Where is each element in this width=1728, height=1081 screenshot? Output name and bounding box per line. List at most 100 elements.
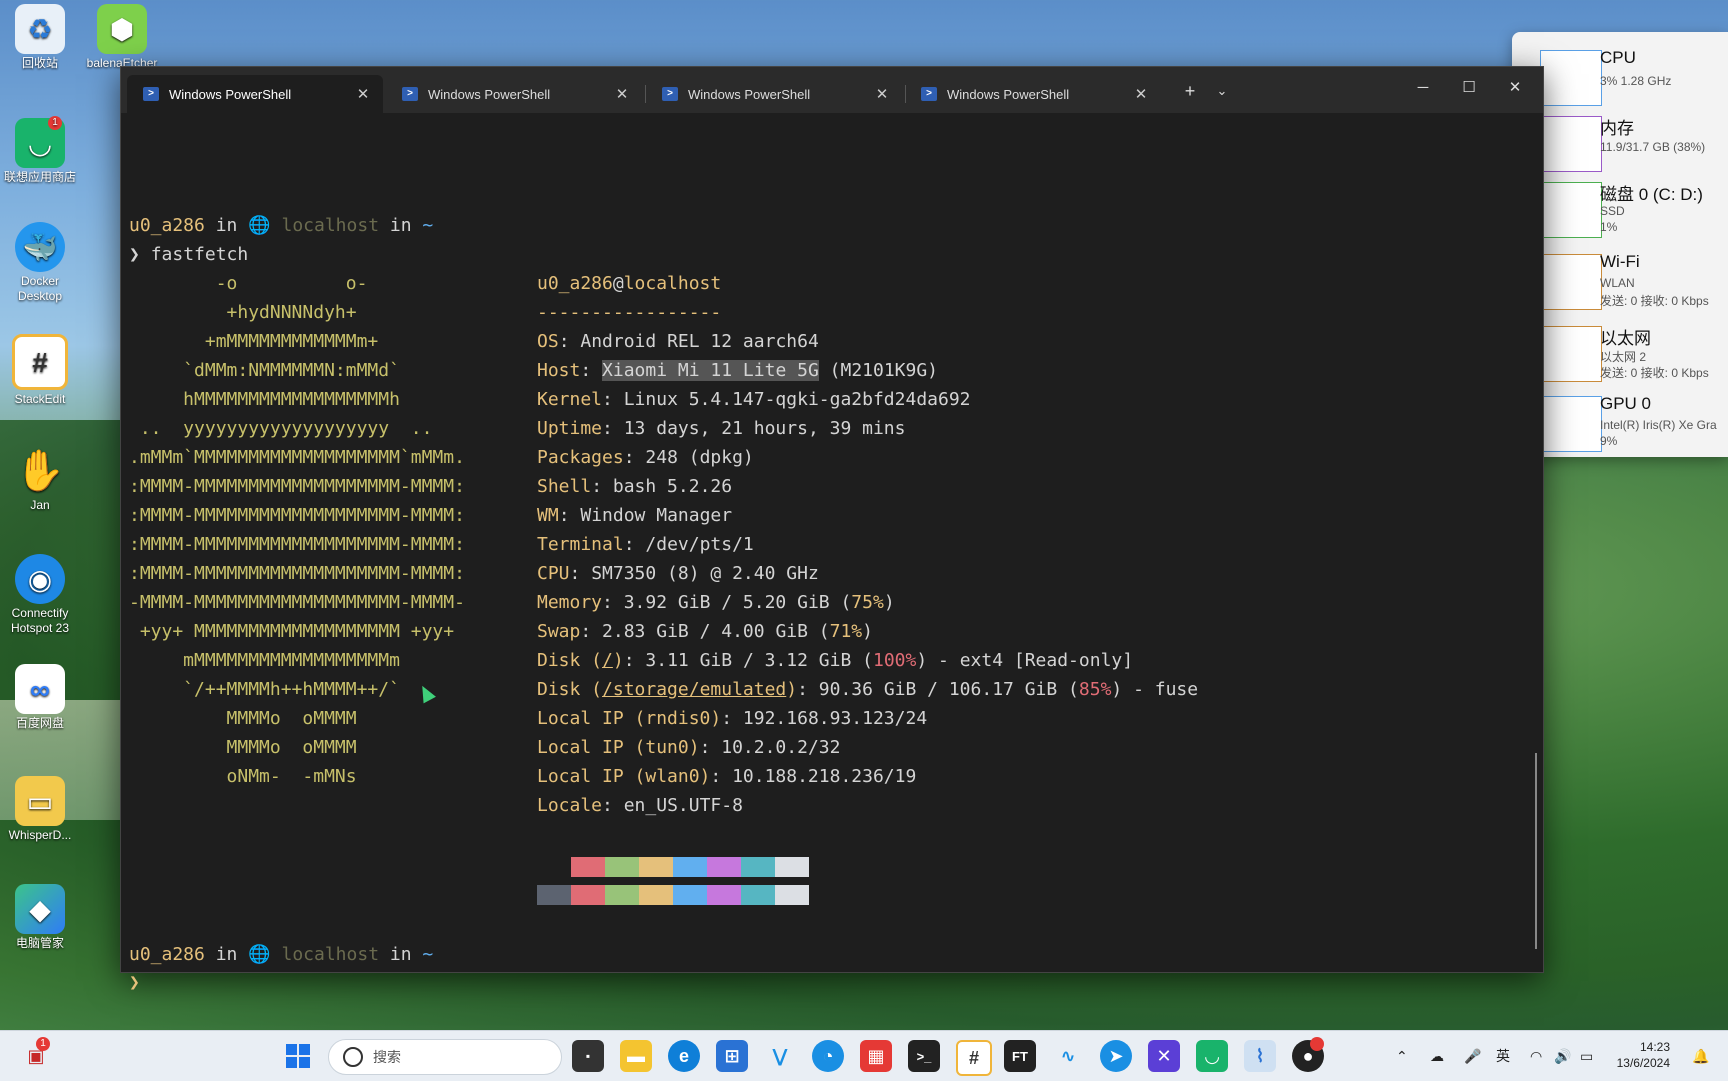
tm-title: 内存 <box>1600 119 1634 138</box>
info-at: @ <box>612 273 624 294</box>
vscode-icon[interactable]: ⋁ <box>764 1040 796 1072</box>
onedrive-icon[interactable]: ☁ <box>1430 1031 1444 1081</box>
tm-sub: 1% <box>1600 220 1618 234</box>
tm-item-disk[interactable]: 磁盘 0 (C: D:) SSD 1% <box>1512 174 1728 244</box>
taskbar-search-box[interactable]: 搜索 <box>328 1039 562 1075</box>
telegram-icon[interactable]: ➤ <box>1100 1040 1132 1072</box>
chat-icon[interactable]: ◔ <box>812 1040 844 1072</box>
info-value: 90.36 GiB / 106.17 GiB ( <box>818 679 1079 700</box>
close-icon[interactable]: ✕ <box>612 85 632 103</box>
microphone-icon[interactable]: 🎤 <box>1464 1031 1481 1081</box>
info-key: ) <box>786 679 798 700</box>
file-explorer-icon[interactable]: ▬ <box>620 1040 652 1072</box>
desktop-icon-recycle-bin[interactable]: ♻ 回收站 <box>0 4 82 71</box>
tab-powershell-1[interactable]: > Windows PowerShell ✕ <box>127 75 383 113</box>
close-window-button[interactable]: ✕ <box>1495 73 1535 103</box>
info-percent: 85% <box>1078 679 1112 700</box>
edge-browser-icon[interactable]: e <box>668 1040 700 1072</box>
input-prompt-arrow[interactable]: ❯ <box>129 968 149 997</box>
tm-item-cpu[interactable]: CPU 3% 1.28 GHz <box>1512 42 1728 112</box>
color-swatch <box>707 857 741 877</box>
desktop-icon-baidu-netdisk[interactable]: ∞ 百度网盘 <box>0 664 82 731</box>
cube-icon: ⬢ <box>97 4 147 54</box>
ascii-art-line: +hydNNNNdyh+ <box>129 302 357 323</box>
tools-icon[interactable]: ✕ <box>1148 1040 1180 1072</box>
tab-powershell-4[interactable]: > Windows PowerShell ✕ <box>905 75 1161 113</box>
waving-hand-icon: ✋ <box>15 448 65 493</box>
store-icon[interactable]: ⊞ <box>716 1040 748 1072</box>
close-icon[interactable]: ✕ <box>1131 85 1151 103</box>
start-button[interactable] <box>282 1040 314 1072</box>
task-manager-icon[interactable]: ⌇ <box>1244 1040 1276 1072</box>
lenovo-store-taskbar-icon[interactable]: ◡ <box>1196 1040 1228 1072</box>
tm-sub: 发送: 0 接收: 0 Kbps <box>1600 366 1709 380</box>
info-key: Disk ( <box>537 679 603 700</box>
info-ip-rndis0: Local IP (rndis0): 192.168.93.123/24 <box>537 708 928 729</box>
close-icon[interactable]: ✕ <box>353 85 373 103</box>
tm-item-memory[interactable]: 内存 11.9/31.7 GB (38%) <box>1512 108 1728 178</box>
show-hidden-icons-chevron-up-icon[interactable]: ⌃ <box>1396 1031 1408 1081</box>
taskbar-clock[interactable]: 14:23 13/6/2024 <box>1570 1039 1670 1071</box>
prompt-user: u0_a286 <box>129 944 205 965</box>
desktop-icon-jan[interactable]: ✋ Jan <box>0 446 82 513</box>
copilot-icon[interactable]: ∿ <box>1052 1040 1084 1072</box>
command-text: fastfetch <box>150 244 249 265</box>
desktop-icon-docker[interactable]: 🐳 Docker Desktop <box>0 222 82 304</box>
desktop-icon-label: StackEdit <box>14 392 66 406</box>
ime-indicator[interactable]: 英 <box>1496 1031 1510 1081</box>
task-view-icon[interactable]: ▪ <box>572 1040 604 1072</box>
info-key: Local IP (wlan0) <box>537 766 711 787</box>
desktop-icon-pc-manager[interactable]: ◆ 电脑管家 <box>0 884 82 951</box>
minimize-button[interactable]: ─ <box>1403 73 1443 103</box>
recycle-bin-icon: ♻ <box>15 4 65 54</box>
info-value: en_US.UTF-8 <box>623 795 743 816</box>
info-kernel: Kernel: Linux 5.4.147-qgki-ga2bfd24da692 <box>537 389 971 410</box>
command-line: ❯ fastfetch <box>129 240 248 269</box>
tab-powershell-3[interactable]: > Windows PowerShell ✕ <box>646 75 902 113</box>
ascii-art-line: :MMMM-MMMMMMMMMMMMMMMMMMM-MMMM: <box>129 505 465 526</box>
info-uptime: Uptime: 13 days, 21 hours, 39 mins <box>537 418 906 439</box>
color-swatch <box>741 885 775 905</box>
new-tab-plus-icon[interactable]: + <box>1178 79 1202 103</box>
prompt-user: u0_a286 <box>129 215 205 236</box>
close-icon[interactable]: ✕ <box>872 85 892 103</box>
tm-item-gpu[interactable]: GPU 0 Intel(R) Iris(R) Xe Gra 9% <box>1512 388 1728 458</box>
color-swatch <box>605 857 639 877</box>
notification-dot <box>1310 1037 1324 1051</box>
scrollbar-thumb[interactable] <box>1535 753 1537 949</box>
prompt-in: in <box>215 215 238 236</box>
desktop-icon-whisper[interactable]: ▭ WhisperD... <box>0 776 82 843</box>
info-packages: Packages: 248 (dpkg) <box>537 447 754 468</box>
desktop-icon-stackedit[interactable]: # StackEdit <box>0 334 82 407</box>
tab-label: Windows PowerShell <box>169 86 292 102</box>
disk-graph <box>1540 182 1602 238</box>
tm-item-ethernet[interactable]: 以太网 以太网 2 发送: 0 接收: 0 Kbps <box>1512 318 1728 388</box>
desktop-icon-label: WhisperD... <box>8 828 72 842</box>
info-value: ) - ext4 [Read-only] <box>916 650 1134 671</box>
maximize-button[interactable]: ☐ <box>1449 73 1489 103</box>
userhost-line: u0_a286@localhost <box>537 269 721 298</box>
tm-sub: 3% 1.28 GHz <box>1600 74 1672 88</box>
app-grid-icon[interactable]: ▦ <box>860 1040 892 1072</box>
desktop-icon-label: 联想应用商店 <box>3 170 76 184</box>
desktop-icon-lenovo-store[interactable]: ◡ 联想应用商店 1 <box>0 116 82 185</box>
volume-icon[interactable]: 🔊 <box>1554 1031 1571 1081</box>
terminal-window: > Windows PowerShell ✕ > Windows PowerSh… <box>120 66 1544 993</box>
chevron-down-icon[interactable]: ⌄ <box>1210 79 1234 103</box>
notification-bell-icon[interactable]: 🔔 <box>1692 1031 1709 1081</box>
wifi-icon[interactable]: ◠ <box>1530 1031 1542 1081</box>
tm-item-wifi[interactable]: Wi-Fi WLAN 发送: 0 接收: 0 Kbps <box>1512 246 1728 316</box>
ascii-art-line: :MMMM-MMMMMMMMMMMMMMMMMMM-MMMM: <box>129 563 465 584</box>
ascii-art-line: .mMMm`MMMMMMMMMMMMMMMMMMM`mMMm. <box>129 447 465 468</box>
stackedit-taskbar-icon[interactable]: # <box>956 1040 992 1076</box>
desktop-icon-balenaetcher[interactable]: ⬢ balenaEtcher <box>80 4 164 71</box>
ft-app-icon[interactable]: FT <box>1004 1040 1036 1072</box>
docker-whale-icon: 🐳 <box>15 222 65 272</box>
windows-logo-icon <box>286 1044 310 1068</box>
info-key: Uptime <box>537 418 603 439</box>
tab-powershell-2[interactable]: > Windows PowerShell ✕ <box>386 75 642 113</box>
terminal-output[interactable]: u0_a286 in 🌐 localhost in ~ ❯ fastfetch … <box>129 143 1529 965</box>
desktop-icon-label: Connectify Hotspot 23 <box>10 606 70 635</box>
desktop-icon-connectify[interactable]: ◉ Connectify Hotspot 23 <box>0 554 82 636</box>
terminal-taskbar-icon[interactable]: >_ <box>908 1040 940 1072</box>
